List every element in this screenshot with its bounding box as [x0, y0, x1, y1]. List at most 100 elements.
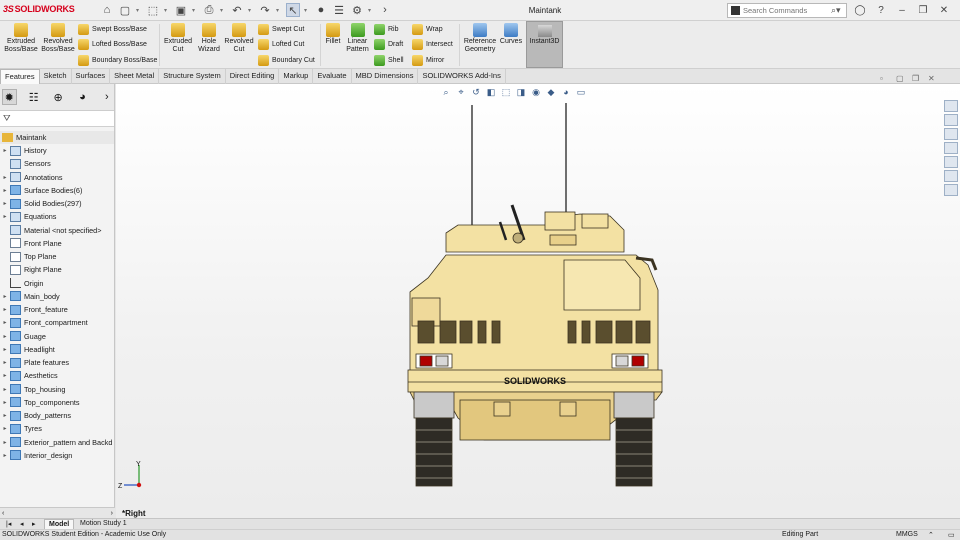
appearance-tab-icon[interactable]: ◕	[75, 89, 89, 105]
doc-tile-icon[interactable]: ▢	[896, 74, 906, 84]
tree-item[interactable]: ▸ Front_compartment	[0, 316, 114, 329]
chevron-down-icon[interactable]: ▾	[192, 7, 198, 14]
instant3d-button[interactable]: Instant3D	[526, 21, 563, 68]
previous-view-icon[interactable]: ↺	[470, 86, 482, 98]
tree-item[interactable]: ▸ Equations	[0, 210, 114, 223]
search-scope-icon[interactable]	[731, 6, 740, 15]
tree-item[interactable]: ▸ Solid Bodies(297)	[0, 197, 114, 210]
user-account-icon[interactable]: ◯	[853, 3, 867, 17]
expand-arrow-icon[interactable]: ▸	[0, 359, 10, 366]
intersect-button[interactable]: Intersect	[412, 37, 453, 52]
expand-arrow-icon[interactable]: ▸	[0, 319, 10, 326]
chevron-down-icon[interactable]: ⌃	[928, 531, 934, 539]
tree-item[interactable]: ▸ Tyres	[0, 422, 114, 435]
tree-item[interactable]: ▸ History	[0, 144, 114, 157]
chevron-down-icon[interactable]: ▾	[164, 7, 170, 14]
expand-arrow-icon[interactable]: ▸	[0, 346, 10, 353]
expand-arrow-icon[interactable]: ▸	[0, 439, 10, 446]
customize-status-icon[interactable]: ▭	[948, 531, 955, 539]
expand-arrow-icon[interactable]: ▸	[0, 213, 10, 220]
tree-item[interactable]: Origin	[0, 277, 114, 290]
panel-horizontal-scrollbar[interactable]: ‹ ›	[0, 507, 115, 518]
tree-item[interactable]: Material <not specified>	[0, 224, 114, 237]
expand-arrow-icon[interactable]: ▸	[0, 412, 10, 419]
expand-arrow-icon[interactable]: ▸	[0, 187, 10, 194]
chevron-down-icon[interactable]: ▾	[220, 7, 226, 14]
scroll-right-icon[interactable]: ›	[111, 510, 113, 517]
design-library-icon[interactable]	[944, 128, 958, 140]
lofted-cut-button[interactable]: Lofted Cut	[258, 37, 304, 52]
tab-evaluate[interactable]: Evaluate	[313, 69, 352, 84]
lofted-boss-button[interactable]: Lofted Boss/Base	[78, 37, 147, 52]
boundary-cut-button[interactable]: Boundary Cut	[258, 53, 315, 68]
search-input[interactable]	[743, 6, 831, 15]
appearances-icon[interactable]	[944, 170, 958, 182]
redo-icon[interactable]: ↷	[258, 3, 272, 17]
chevron-down-icon[interactable]: ▾	[248, 7, 254, 14]
expand-arrow-icon[interactable]: ▸	[0, 147, 10, 154]
doc-close-icon[interactable]: ✕	[928, 74, 938, 84]
tree-item[interactable]: Right Plane	[0, 263, 114, 276]
tree-item[interactable]: ▸ Top_housing	[0, 383, 114, 396]
display-style-icon[interactable]: ◨	[515, 86, 527, 98]
fillet-button[interactable]: Fillet	[323, 23, 343, 46]
tree-item[interactable]: ▸ Main_body	[0, 290, 114, 303]
tab-solidworks-add-ins[interactable]: SOLIDWORKS Add-Ins	[418, 69, 506, 84]
arrow-right-icon[interactable]: ›	[378, 3, 392, 17]
chevron-down-icon[interactable]: ▾	[276, 7, 282, 14]
swept-boss-button[interactable]: Swept Boss/Base	[78, 22, 147, 37]
tree-filter[interactable]: ⛛	[0, 111, 114, 127]
shell-button[interactable]: Shell	[374, 53, 404, 68]
linear-pattern-button[interactable]: Linear Pattern	[344, 23, 371, 54]
tab-markup[interactable]: Markup	[279, 69, 314, 84]
custom-properties-icon[interactable]	[944, 184, 958, 196]
tree-item[interactable]: ▸ Plate features	[0, 356, 114, 369]
home-icon[interactable]	[944, 100, 958, 112]
tab-sketch[interactable]: Sketch	[40, 69, 72, 84]
chevron-right-icon[interactable]: ›	[100, 89, 114, 105]
zoom-to-area-icon[interactable]: ⌖	[455, 86, 467, 98]
home-icon[interactable]: ⌂	[100, 3, 114, 17]
select-arrow-icon[interactable]: ↖	[286, 3, 300, 17]
resources-icon[interactable]	[944, 114, 958, 126]
feature-manager-tab-icon[interactable]: ✹	[2, 89, 17, 105]
filter-icon[interactable]: ⛛	[3, 113, 11, 124]
chevron-down-icon[interactable]: ▾	[304, 7, 310, 14]
minimize-icon[interactable]: –	[895, 3, 909, 17]
revolved-cut-button[interactable]: Revolved Cut	[224, 23, 254, 54]
expand-arrow-icon[interactable]: ▸	[0, 386, 10, 393]
restore-icon[interactable]: ❐	[916, 3, 930, 17]
revolved-boss-button[interactable]: Revolved Boss/Base	[40, 23, 76, 54]
expand-arrow-icon[interactable]: ▸	[0, 333, 10, 340]
chevron-down-icon[interactable]: ▾	[836, 5, 841, 16]
wrap-button[interactable]: Wrap	[412, 22, 443, 37]
new-document-icon[interactable]: ▢	[118, 3, 132, 17]
open-folder-icon[interactable]: ⬚	[146, 3, 160, 17]
options-gear-icon[interactable]: ⚙	[350, 3, 364, 17]
extruded-cut-button[interactable]: Extruded Cut	[162, 23, 194, 54]
tree-item[interactable]: ▸ Front_feature	[0, 303, 114, 316]
tree-item[interactable]: ▸ Interior_design	[0, 449, 114, 462]
traffic-light-icon[interactable]: ●	[314, 3, 328, 17]
tree-item[interactable]: ▸ Aesthetics	[0, 369, 114, 382]
doc-restore-icon[interactable]: ❐	[912, 74, 922, 84]
undo-icon[interactable]: ↶	[230, 3, 244, 17]
property-manager-tab-icon[interactable]: ☷	[27, 89, 41, 105]
draft-button[interactable]: Draft	[374, 37, 403, 52]
doc-minimize-icon[interactable]: ▫	[880, 74, 890, 84]
file-explorer-icon[interactable]	[944, 142, 958, 154]
boundary-boss-button[interactable]: Boundary Boss/Base	[78, 53, 157, 68]
hide-show-items-icon[interactable]: ◉	[530, 86, 542, 98]
print-icon[interactable]: ⎙	[202, 3, 216, 17]
rib-button[interactable]: Rib	[374, 22, 399, 37]
view-orientation-icon[interactable]: ⬚	[500, 86, 512, 98]
mirror-button[interactable]: Mirror	[412, 53, 444, 68]
tab-surfaces[interactable]: Surfaces	[72, 69, 111, 84]
close-icon[interactable]: ✕	[937, 3, 951, 17]
expand-arrow-icon[interactable]: ▸	[0, 372, 10, 379]
tab-sheet-metal[interactable]: Sheet Metal	[110, 69, 160, 84]
tree-item[interactable]: ▸ Exterior_pattern and Backd	[0, 436, 114, 449]
tab-mbd-dimensions[interactable]: MBD Dimensions	[352, 69, 419, 84]
tab-direct-editing[interactable]: Direct Editing	[226, 69, 280, 84]
tree-item[interactable]: ▸ Surface Bodies(6)	[0, 184, 114, 197]
